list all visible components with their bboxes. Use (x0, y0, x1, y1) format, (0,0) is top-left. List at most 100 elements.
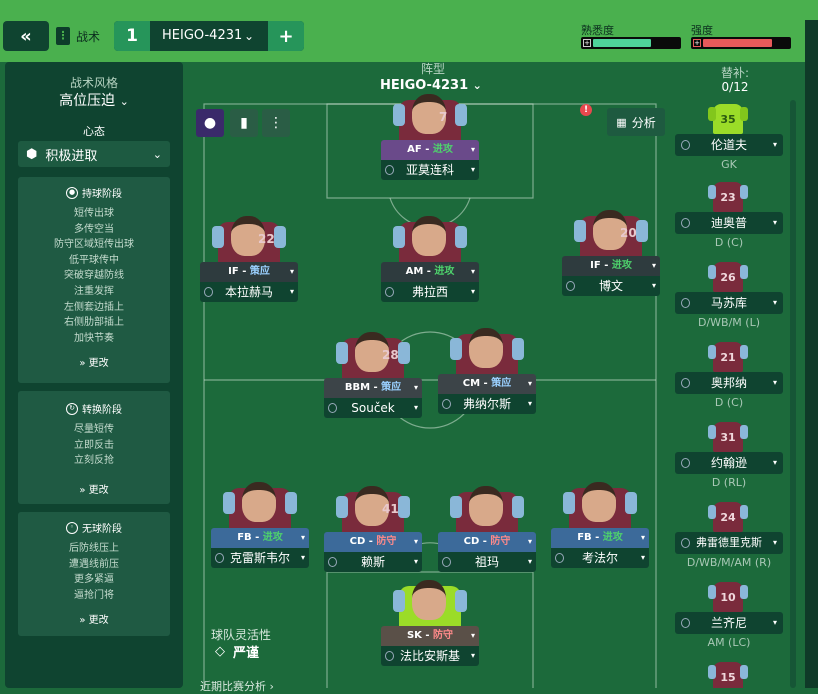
intensity-meter[interactable]: + (691, 37, 791, 49)
tactics-view-button[interactable]: ⋮ (262, 109, 290, 137)
out-possession-change-button[interactable]: » 更改 (18, 611, 170, 626)
player-name: 赖斯 (360, 555, 385, 569)
role-selector[interactable]: BBM - 策应 ▾ (324, 378, 422, 398)
chevron-down-icon: ▾ (527, 379, 532, 388)
sub-player-selector[interactable]: 兰齐尼 ▾ (675, 612, 783, 634)
mentality-dropdown[interactable]: ⬢ 积极进取 ⌄ (18, 141, 170, 167)
chevron-down-icon: ▾ (413, 557, 418, 566)
player-card[interactable]: 28 BBM - 策应 ▾ Souček ▾ (324, 332, 422, 418)
sub-player-name: 伦道夫 (710, 138, 747, 152)
role-label: AM (405, 266, 424, 277)
stats-view-button[interactable]: ▮ (230, 109, 258, 137)
instruction-item: 立刻反抢 (74, 455, 114, 467)
transition-change-button[interactable]: » 更改 (18, 481, 170, 496)
sub-player-selector[interactable]: 弗雷德里克斯 ▾ (675, 532, 783, 554)
player-selector[interactable]: Souček ▾ (324, 398, 422, 418)
role-selector[interactable]: FB - 进攻 ▾ (551, 528, 649, 548)
player-selector[interactable]: 亚莫连科 ▾ (381, 160, 479, 180)
player-name: 本拉赫马 (224, 285, 273, 299)
player-view-button[interactable]: ● (196, 109, 224, 137)
player-card[interactable]: 7 AF - 进攻 ▾ 亚莫连科 ▾ (381, 94, 479, 180)
familiarity-meter[interactable]: + (581, 37, 681, 49)
recent-match-analysis-link[interactable]: 近期比赛分析 › (200, 678, 274, 694)
add-tactic-button[interactable]: + (268, 21, 304, 51)
player-selector[interactable]: 弗拉西 ▾ (381, 282, 479, 302)
player-name: 博文 (598, 279, 623, 293)
instruction-item: 多传空当 (74, 223, 114, 235)
diamond-icon: ◇ (215, 644, 225, 659)
familiarity-fill (593, 39, 651, 47)
shirt-number: 7 (439, 110, 448, 124)
team-flexibility-value[interactable]: ◇ 严谨 (215, 642, 259, 661)
instruction-item: 后防线压上 (69, 543, 119, 554)
sub-player[interactable]: 15 (675, 662, 783, 688)
chevron-down-icon[interactable]: ⌄ (244, 21, 254, 51)
sub-player-selector[interactable]: 马苏库 ▾ (675, 292, 783, 314)
player-card[interactable]: FB - 进攻 ▾ 考法尔 ▾ (551, 482, 649, 568)
player-selector[interactable]: 博文 ▾ (562, 276, 660, 296)
role-selector[interactable]: FB - 进攻 ▾ (211, 528, 309, 548)
duty-label: 策应 (249, 266, 270, 277)
role-selector[interactable]: AF - 进攻 ▾ (381, 140, 479, 160)
formation-label: 阵型 (420, 62, 445, 76)
sub-player-selector[interactable]: 奥邦纳 ▾ (675, 372, 783, 394)
style-dropdown[interactable]: 高位压迫 ⌄ (5, 90, 183, 110)
role-selector[interactable]: IF - 策应 ▾ (200, 262, 298, 282)
chevron-down-icon: ▾ (772, 538, 777, 547)
sub-player-selector[interactable]: 约翰逊 ▾ (675, 452, 783, 474)
tactic-name[interactable]: HEIGO-4231 (162, 21, 242, 51)
change-label: 更改 (88, 484, 109, 496)
tactics-tab[interactable]: ⋮ 战术 (56, 22, 112, 50)
player-selector[interactable]: 赖斯 ▾ (324, 552, 422, 572)
kit-number: 21 (708, 342, 748, 372)
sub-player-position: D/WB/M (L) (697, 316, 760, 329)
player-selector[interactable]: 克雷斯韦尔 ▾ (211, 548, 309, 568)
player-face (469, 328, 503, 368)
role-label: CD (349, 536, 366, 547)
person-icon (204, 287, 213, 297)
instruction-item: 低平球传中 (69, 254, 119, 266)
kit-number: 10 (708, 582, 748, 612)
player-card[interactable]: 41 CD - 防守 ▾ 赖斯 ▾ (324, 486, 422, 572)
chevron-down-icon: ▾ (413, 403, 418, 412)
chevron-down-icon: ▾ (289, 287, 294, 296)
role-label: IF (590, 260, 601, 271)
change-label: 更改 (88, 615, 109, 627)
role-selector[interactable]: AM - 进攻 ▾ (381, 262, 479, 282)
person-icon: ● (203, 115, 217, 131)
player-name: 弗拉西 (411, 285, 448, 299)
analysis-button[interactable]: ▦ 分析 (607, 108, 665, 136)
in-possession-change-button[interactable]: » 更改 (18, 354, 170, 369)
player-selector[interactable]: 祖玛 ▾ (438, 552, 536, 572)
role-selector[interactable]: CD - 防守 ▾ (324, 532, 422, 552)
person-icon (681, 298, 690, 308)
warning-icon[interactable]: ! (580, 104, 592, 116)
role-selector[interactable]: SK - 防守 ▾ (381, 626, 479, 646)
duty-label: 防守 (376, 536, 397, 547)
duty-label: 防守 (490, 536, 511, 547)
player-selector[interactable]: 法比安斯基 ▾ (381, 646, 479, 666)
player-card[interactable]: SK - 防守 ▾ 法比安斯基 ▾ (381, 580, 479, 666)
formation-dropdown[interactable]: HEIGO-4231 ⌄ (380, 78, 482, 93)
sub-player-selector[interactable]: 迪奥普 ▾ (675, 212, 783, 234)
role-selector[interactable]: CM - 策应 ▾ (438, 374, 536, 394)
role-selector[interactable]: IF - 进攻 ▾ (562, 256, 660, 276)
player-selector[interactable]: 弗纳尔斯 ▾ (438, 394, 536, 414)
player-card[interactable]: 22 IF - 策应 ▾ 本拉赫马 ▾ (200, 216, 298, 302)
instruction-item: 更多紧逼 (74, 574, 114, 586)
person-icon (555, 553, 564, 563)
player-selector[interactable]: 考法尔 ▾ (551, 548, 649, 568)
back-button[interactable]: « (3, 21, 49, 51)
player-card[interactable]: AM - 进攻 ▾ 弗拉西 ▾ (381, 216, 479, 302)
player-card[interactable]: CM - 策应 ▾ 弗纳尔斯 ▾ (438, 328, 536, 414)
player-card[interactable]: CD - 防守 ▾ 祖玛 ▾ (438, 486, 536, 572)
sub-player-selector[interactable]: 伦道夫 ▾ (675, 134, 783, 156)
tactic-slot-number[interactable]: 1 (114, 21, 150, 51)
player-card[interactable]: 20 IF - 进攻 ▾ 博文 ▾ (562, 210, 660, 296)
instruction-item: 尽量短传 (74, 424, 114, 435)
player-selector[interactable]: 本拉赫马 ▾ (200, 282, 298, 302)
role-selector[interactable]: CD - 防守 ▾ (438, 532, 536, 552)
subs-scrollbar[interactable] (790, 100, 796, 688)
player-card[interactable]: FB - 进攻 ▾ 克雷斯韦尔 ▾ (211, 482, 309, 568)
role-label: CD (463, 536, 480, 547)
